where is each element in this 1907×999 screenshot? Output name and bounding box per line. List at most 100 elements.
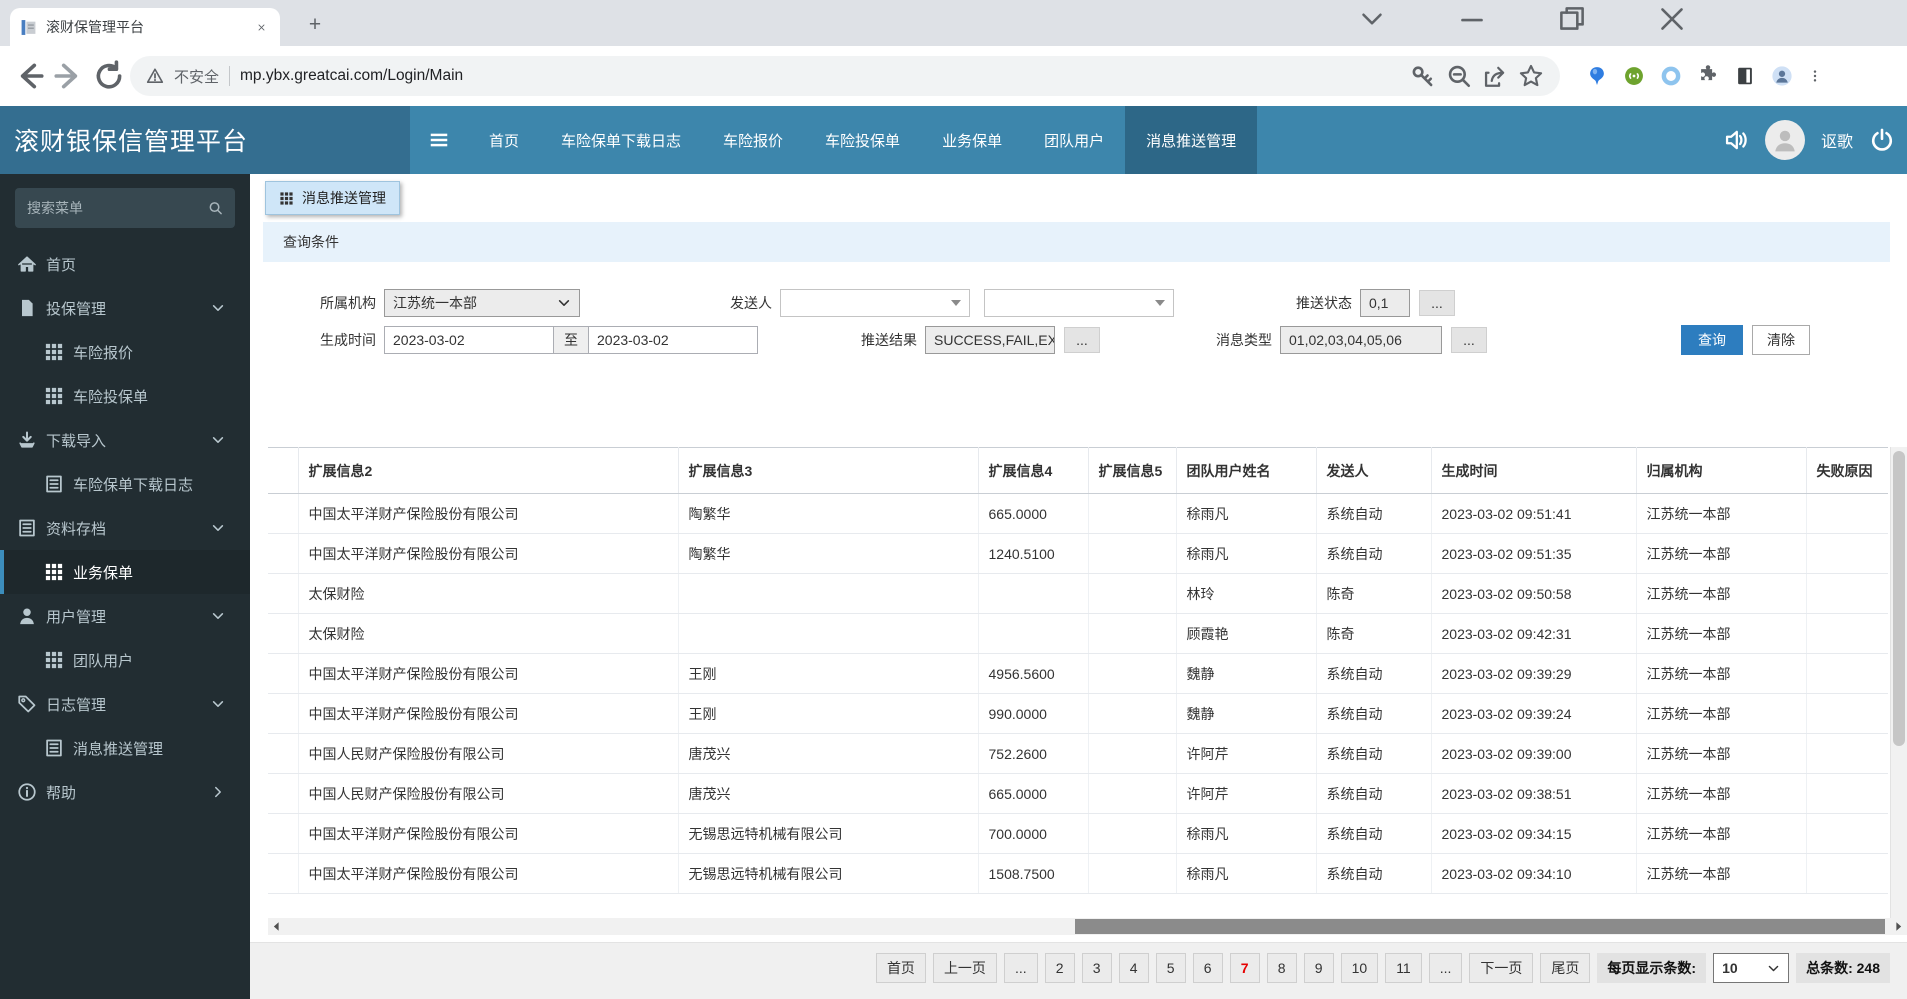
- avatar[interactable]: [1764, 120, 1805, 160]
- top-nav-item[interactable]: 首页: [468, 106, 540, 174]
- window-menu-chevron-icon[interactable]: [1355, 2, 1389, 36]
- close-icon[interactable]: [1655, 2, 1689, 36]
- page-button-4[interactable]: 4: [1118, 953, 1149, 983]
- page-ellipsis-button[interactable]: ...: [1003, 953, 1038, 983]
- sidebar-item-车险保单下载日志[interactable]: 车险保单下载日志: [0, 462, 250, 506]
- table-row[interactable]: 太保财险 林玲 陈奇 2023-03-02 09:50:58 江苏统一本部: [268, 573, 1888, 614]
- power-icon[interactable]: [1869, 127, 1895, 153]
- page-button-尾页[interactable]: 尾页: [1540, 953, 1591, 983]
- zoom-icon[interactable]: [1446, 63, 1472, 89]
- scroll-left-arrow-icon[interactable]: [268, 918, 285, 935]
- reload-icon[interactable]: [92, 59, 126, 93]
- minimize-icon[interactable]: [1455, 2, 1489, 36]
- sidebar-item-投保管理[interactable]: 投保管理: [0, 286, 250, 330]
- speaker-icon[interactable]: [1723, 127, 1749, 153]
- sidebar-item-label: 车险保单下载日志: [73, 476, 194, 494]
- sidebar-item-资料存档[interactable]: 资料存档: [0, 506, 250, 550]
- msg-type-more-button[interactable]: ...: [1451, 327, 1487, 353]
- table-row[interactable]: 太保财险 顾霞艳 陈奇 2023-03-02 09:42:31 江苏统一本部: [268, 613, 1888, 654]
- page-button-6[interactable]: 6: [1192, 953, 1223, 983]
- table-row[interactable]: 中国太平洋财产保险股份有限公司 陶繁华 665.0000 稌雨凡 系统自动 2023-03…: [268, 493, 1888, 534]
- back-icon[interactable]: [12, 59, 46, 93]
- green-extension-icon[interactable]: [1623, 65, 1645, 87]
- puzzle-icon[interactable]: [1697, 65, 1719, 87]
- forward-icon[interactable]: [52, 59, 86, 93]
- sidebar-item-用户管理[interactable]: 用户管理: [0, 594, 250, 638]
- clear-button[interactable]: 清除: [1752, 325, 1810, 355]
- profile-icon[interactable]: [1771, 65, 1793, 87]
- table-row[interactable]: 中国人民财产保险股份有限公司 唐茂兴 752.2600 许阿芹 系统自动 2023-03-…: [268, 733, 1888, 774]
- sidebar-item-日志管理[interactable]: 日志管理: [0, 682, 250, 726]
- msg-type-input[interactable]: 01,02,03,04,05,06: [1280, 326, 1442, 354]
- sidebar-toggle-button[interactable]: [410, 106, 468, 174]
- page-button-上一页[interactable]: 上一页: [932, 953, 997, 983]
- page-size-select[interactable]: 10: [1713, 953, 1790, 983]
- blue-extension-icon[interactable]: [1660, 65, 1682, 87]
- page-tab-chip[interactable]: 消息推送管理: [265, 181, 400, 215]
- table-cell: 江苏统一本部: [1636, 653, 1807, 694]
- sidebar-item-团队用户[interactable]: 团队用户: [0, 638, 250, 682]
- sidebar-item-业务保单[interactable]: 业务保单: [0, 550, 250, 594]
- push-status-more-button[interactable]: ...: [1419, 290, 1455, 316]
- star-icon[interactable]: [1518, 63, 1544, 89]
- browser-tab[interactable]: 滚财保管理平台: [10, 8, 280, 46]
- sidebar-item-帮助[interactable]: 帮助: [0, 770, 250, 814]
- sidebar-item-下载导入[interactable]: 下载导入: [0, 418, 250, 462]
- query-button[interactable]: 查询: [1681, 325, 1743, 355]
- share-icon[interactable]: [1482, 63, 1508, 89]
- vertical-scroll-thumb[interactable]: [1893, 451, 1905, 746]
- sidebar-search-input[interactable]: [27, 200, 208, 216]
- page-button-11[interactable]: 11: [1385, 953, 1422, 983]
- push-result-more-button[interactable]: ...: [1064, 327, 1100, 353]
- org-select[interactable]: 江苏统一本部: [384, 289, 580, 317]
- url-text[interactable]: mp.ybx.greatcai.com/Login/Main: [240, 67, 1400, 85]
- push-result-input[interactable]: SUCCESS,FAIL,EXI: [925, 326, 1055, 354]
- security-label[interactable]: 不安全: [174, 66, 219, 87]
- top-nav-item[interactable]: 业务保单: [921, 106, 1023, 174]
- top-nav-item[interactable]: 车险报价: [702, 106, 804, 174]
- sender-combobox-2[interactable]: [984, 289, 1174, 317]
- username[interactable]: 讴歌: [1821, 128, 1853, 152]
- page-ellipsis-button[interactable]: ...: [1428, 953, 1463, 983]
- page-button-5[interactable]: 5: [1155, 953, 1186, 983]
- top-nav-item[interactable]: 消息推送管理: [1125, 106, 1258, 174]
- table-row[interactable]: 中国太平洋财产保险股份有限公司 无锡思远特机械有限公司 700.0000 稌雨凡 系统自…: [268, 813, 1888, 854]
- omnibox[interactable]: 不安全 mp.ybx.greatcai.com/Login/Main: [130, 56, 1560, 96]
- top-nav-item[interactable]: 车险保单下载日志: [540, 106, 702, 174]
- sender-combobox-1[interactable]: [780, 289, 970, 317]
- sidebar-item-车险报价[interactable]: 车险报价: [0, 330, 250, 374]
- new-tab-button[interactable]: +: [300, 10, 330, 40]
- top-nav-item[interactable]: 团队用户: [1023, 106, 1125, 174]
- top-nav-item[interactable]: 车险投保单: [804, 106, 921, 174]
- page-button-下一页[interactable]: 下一页: [1469, 953, 1534, 983]
- scroll-right-arrow-icon[interactable]: [1890, 918, 1907, 935]
- date-to-input[interactable]: 2023-03-02: [588, 326, 758, 354]
- tab-close-icon[interactable]: [253, 19, 270, 36]
- table-row[interactable]: 中国太平洋财产保险股份有限公司 无锡思远特机械有限公司 1508.7500 稌雨凡 系统…: [268, 853, 1888, 894]
- balloon-extension-icon[interactable]: [1586, 65, 1608, 87]
- sidebar-item-消息推送管理[interactable]: 消息推送管理: [0, 726, 250, 770]
- reading-mode-icon[interactable]: [1734, 65, 1756, 87]
- page-button-8[interactable]: 8: [1266, 953, 1297, 983]
- table-vertical-scrollbar[interactable]: [1890, 447, 1907, 918]
- table-row[interactable]: 中国人民财产保险股份有限公司 唐茂兴 665.0000 许阿芹 系统自动 2023-03-…: [268, 773, 1888, 814]
- push-status-input[interactable]: 0,1: [1360, 289, 1410, 317]
- page-button-2[interactable]: 2: [1044, 953, 1075, 983]
- date-from-input[interactable]: 2023-03-02: [384, 326, 554, 354]
- page-button-首页[interactable]: 首页: [875, 953, 926, 983]
- table-row[interactable]: 中国太平洋财产保险股份有限公司 王刚 990.0000 魏静 系统自动 2023-03-0…: [268, 693, 1888, 734]
- horizontal-scroll-thumb[interactable]: [1075, 919, 1885, 934]
- page-button-7[interactable]: 7: [1229, 953, 1260, 983]
- sidebar-item-首页[interactable]: 首页: [0, 242, 250, 286]
- restore-icon[interactable]: [1555, 2, 1589, 36]
- table-horizontal-scrollbar[interactable]: [268, 918, 1907, 935]
- search-icon[interactable]: [208, 199, 223, 217]
- key-icon[interactable]: [1410, 63, 1436, 89]
- page-button-10[interactable]: 10: [1340, 953, 1379, 983]
- sidebar-item-车险投保单[interactable]: 车险投保单: [0, 374, 250, 418]
- page-button-3[interactable]: 3: [1081, 953, 1112, 983]
- page-button-9[interactable]: 9: [1303, 953, 1334, 983]
- table-row[interactable]: 中国太平洋财产保险股份有限公司 王刚 4956.5600 魏静 系统自动 2023-03-…: [268, 653, 1888, 694]
- table-row[interactable]: 中国太平洋财产保险股份有限公司 陶繁华 1240.5100 稌雨凡 系统自动 2023-0…: [268, 533, 1888, 574]
- kebab-menu-icon[interactable]: [1808, 65, 1822, 87]
